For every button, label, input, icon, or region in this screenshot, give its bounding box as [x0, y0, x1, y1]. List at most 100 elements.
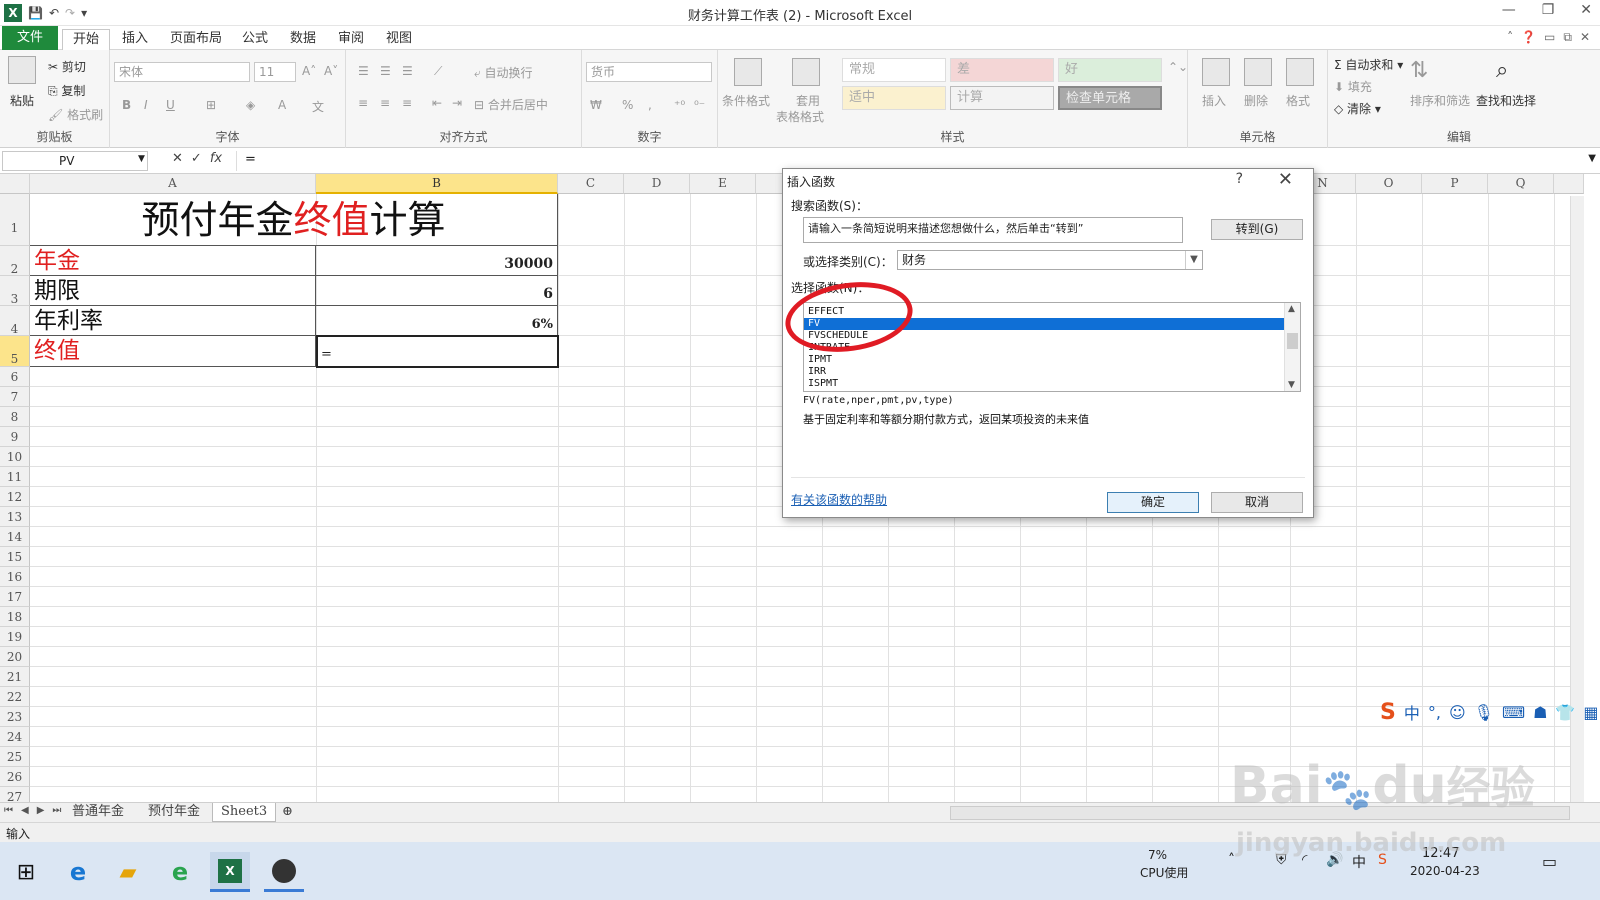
expand-formula-icon[interactable]: ▼ [1588, 153, 1596, 164]
next-sheet-icon[interactable]: ▶ [37, 805, 45, 816]
comma-button[interactable]: , [648, 98, 652, 112]
font-name-combo[interactable]: 宋体 [114, 62, 250, 82]
clear-button[interactable]: ◇ 清除 ▾ [1334, 100, 1381, 117]
enter-formula-button[interactable]: ✓ [191, 151, 202, 166]
style-check-cell[interactable]: 检查单元格 [1058, 86, 1162, 110]
format-painter-button[interactable]: 🖌 格式刷 [48, 106, 103, 123]
notification-icon[interactable]: ▭ [1542, 852, 1557, 871]
ime-emoji-icon[interactable]: ☺ [1449, 703, 1466, 722]
format-table-button-line2[interactable]: 表格格式 [776, 108, 824, 125]
paste-icon[interactable] [8, 56, 36, 84]
scroll-down-icon[interactable]: ▼ [1288, 380, 1295, 390]
wrap-text-button[interactable]: ⤶ 自动换行 [474, 64, 533, 81]
column-header-d[interactable]: D [624, 174, 690, 194]
edge-browser-icon[interactable]: e [58, 852, 98, 892]
cell-a2-label[interactable]: 年金 [30, 246, 316, 276]
window-min-icon[interactable]: ▭ [1544, 30, 1555, 45]
style-neutral[interactable]: 适中 [842, 86, 946, 110]
cell-a5-label[interactable]: 终值 [30, 336, 316, 367]
shrink-font-button[interactable]: A˅ [324, 64, 338, 78]
function-list-scrollbar[interactable]: ▲ ▼ [1284, 303, 1300, 391]
first-sheet-icon[interactable]: ⏮ [4, 805, 13, 816]
ime-keyboard-icon[interactable]: ⌨ [1502, 703, 1525, 722]
delete-cells-button[interactable]: 删除 [1244, 92, 1268, 109]
row-header[interactable]: 23 [0, 707, 30, 727]
ime-skin-icon[interactable]: 👕 [1555, 703, 1575, 722]
find-select-button[interactable]: 查找和选择 [1476, 92, 1536, 109]
cell-a3-label[interactable]: 期限 [30, 276, 316, 306]
merge-center-button[interactable]: ⊟ 合并后居中 [474, 96, 548, 113]
name-box[interactable]: PV [2, 151, 148, 171]
cancel-formula-button[interactable]: ✕ [172, 151, 183, 166]
app-taskbar-icon[interactable] [264, 852, 304, 892]
align-right-icon[interactable]: ≡ [402, 96, 412, 110]
cut-button[interactable]: ✂ 剪切 [48, 58, 86, 75]
row-header[interactable]: 9 [0, 427, 30, 447]
row-header[interactable]: 4 [0, 306, 30, 336]
insert-cells-button[interactable]: 插入 [1202, 92, 1226, 109]
row-header[interactable]: 7 [0, 387, 30, 407]
grow-font-button[interactable]: A˄ [302, 64, 316, 78]
goto-button[interactable]: 转到(G) [1211, 219, 1303, 240]
column-header-e[interactable]: E [690, 174, 756, 194]
row-header[interactable]: 15 [0, 547, 30, 567]
bold-button[interactable]: B [122, 98, 131, 112]
minimize-button[interactable]: — [1502, 2, 1516, 18]
ime-user-icon[interactable]: ☗ [1533, 703, 1547, 722]
restore-button[interactable]: ❐ [1542, 2, 1555, 18]
paste-button[interactable]: 粘贴 [10, 92, 34, 109]
row-header[interactable]: 22 [0, 687, 30, 707]
row-header[interactable]: 14 [0, 527, 30, 547]
column-header-c[interactable]: C [558, 174, 624, 194]
column-header-b[interactable]: B [316, 174, 558, 194]
align-top-icon[interactable]: ☰ [358, 64, 369, 78]
tab-view[interactable]: 视图 [376, 29, 422, 50]
italic-button[interactable]: I [144, 98, 148, 112]
column-header-o[interactable]: O [1356, 174, 1422, 194]
accounting-icon[interactable]: ₩ [590, 98, 602, 112]
style-bad[interactable]: 差 [950, 58, 1054, 82]
row-header[interactable]: 16 [0, 567, 30, 587]
underline-button[interactable]: U [166, 98, 175, 112]
row-header[interactable]: 3 [0, 276, 30, 306]
row-header[interactable]: 27 [0, 787, 30, 802]
sheet-tab-prepaid-annuity[interactable]: 预付年金 [140, 803, 208, 822]
number-format-combo[interactable]: 货币 [586, 62, 712, 82]
row-header[interactable]: 24 [0, 727, 30, 747]
cell-b5-active[interactable]: = [316, 335, 559, 368]
decrease-decimal-icon[interactable]: ⁰⁻ [694, 98, 705, 112]
row-header[interactable]: 12 [0, 487, 30, 507]
style-calc[interactable]: 计算 [950, 86, 1054, 110]
dialog-close-button[interactable]: ✕ [1278, 169, 1293, 190]
sort-filter-button[interactable]: 排序和筛选 [1410, 92, 1470, 109]
dialog-help-button[interactable]: ? [1236, 171, 1243, 187]
orientation-icon[interactable]: ⟋ [434, 64, 442, 79]
row-header[interactable]: 18 [0, 607, 30, 627]
column-header-q[interactable]: Q [1488, 174, 1554, 194]
tab-formulas[interactable]: 公式 [232, 29, 278, 50]
function-item[interactable]: IRR [808, 366, 826, 378]
tray-expand-icon[interactable]: ˄ [1228, 852, 1235, 868]
styles-scroll-icon[interactable]: ⌃⌄ [1168, 60, 1188, 74]
clock-date[interactable]: 2020-04-23 [1410, 864, 1480, 878]
row-header[interactable]: 13 [0, 507, 30, 527]
help-icon[interactable]: ❓ [1521, 30, 1536, 45]
format-cells-icon[interactable] [1286, 58, 1314, 86]
font-color-icon[interactable]: A [278, 98, 286, 112]
cell-b3-value[interactable]: 6 [316, 276, 558, 306]
format-table-icon[interactable] [792, 58, 820, 86]
tab-file[interactable]: 文件 [2, 26, 58, 50]
sogou-logo-icon[interactable]: S [1380, 700, 1396, 725]
row-header[interactable]: 1 [0, 194, 30, 246]
tab-home[interactable]: 开始 [62, 29, 111, 50]
insert-function-button[interactable]: fx [210, 151, 222, 166]
row-header[interactable]: 8 [0, 407, 30, 427]
row-header[interactable]: 10 [0, 447, 30, 467]
row-header[interactable]: 20 [0, 647, 30, 667]
align-middle-icon[interactable]: ☰ [380, 64, 391, 78]
cell-b2-value[interactable]: 30000 [316, 246, 558, 276]
row-header[interactable]: 2 [0, 246, 30, 276]
row-header[interactable]: 5 [0, 336, 30, 367]
window-close-icon[interactable]: ✕ [1580, 30, 1590, 45]
tab-data[interactable]: 数据 [280, 29, 326, 50]
